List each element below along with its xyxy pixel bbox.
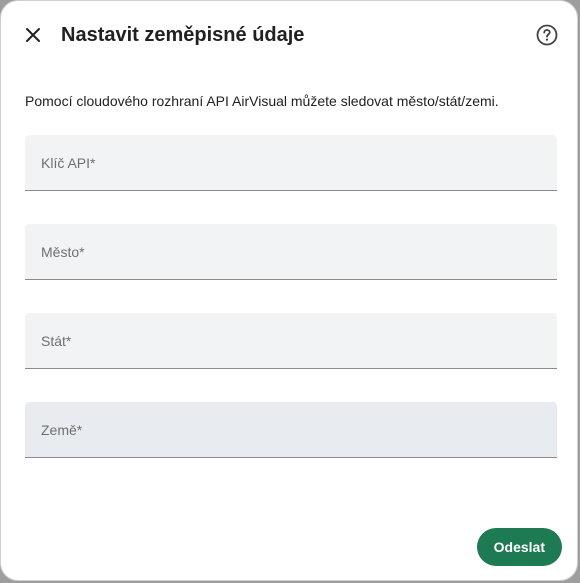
country-input[interactable] (25, 402, 557, 457)
state-input[interactable] (25, 313, 557, 368)
close-icon (26, 28, 40, 42)
geo-settings-dialog: Nastavit zeměpisné údaje Pomocí cloudové… (0, 0, 578, 581)
api-key-input[interactable] (25, 135, 557, 190)
help-button[interactable] (535, 23, 559, 47)
country-field[interactable] (25, 402, 557, 458)
dialog-header: Nastavit zeměpisné údaje (1, 1, 577, 69)
dialog-description: Pomocí cloudového rozhraní API AirVisual… (25, 93, 499, 109)
submit-button[interactable]: Odeslat (476, 528, 562, 566)
dialog-title: Nastavit zeměpisné údaje (61, 24, 305, 46)
city-input[interactable] (25, 224, 557, 279)
city-field[interactable] (25, 224, 557, 280)
help-circle-icon (536, 24, 558, 46)
close-button[interactable] (17, 19, 49, 51)
state-field[interactable] (25, 313, 557, 369)
api-key-field[interactable] (25, 135, 557, 191)
